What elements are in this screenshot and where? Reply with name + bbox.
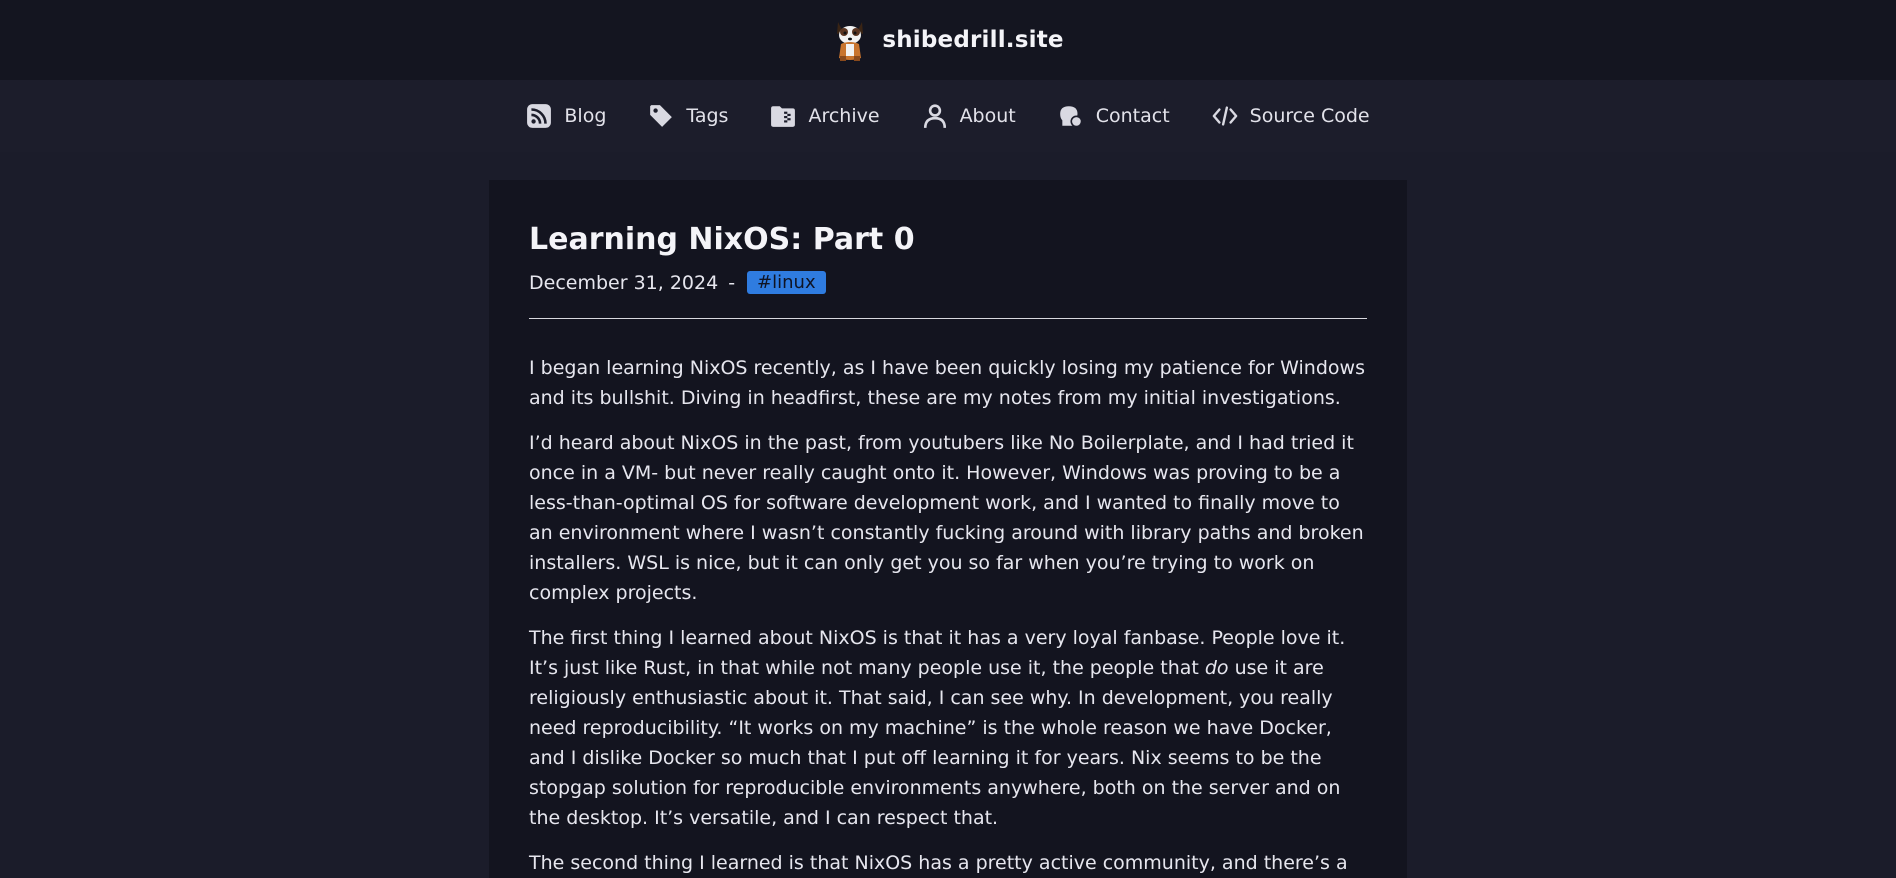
main-nav: Blog Tags Archive About Contact Source C… (0, 80, 1896, 152)
nav-item-source-code[interactable]: Source Code (1212, 103, 1370, 129)
nav-label-archive: Archive (808, 105, 880, 127)
paragraph-3-end: use it are religiously enthusiastic abou… (529, 657, 1341, 829)
meta-separator: - (728, 271, 736, 294)
nav-list: Blog Tags Archive About Contact Source C… (526, 103, 1370, 129)
site-name: shibedrill.site (882, 27, 1064, 53)
nav-label-about: About (959, 105, 1016, 127)
nav-item-archive[interactable]: Archive (770, 103, 880, 129)
nav-item-blog[interactable]: Blog (526, 103, 606, 129)
paragraph-1: I began learning NixOS recently, as I ha… (529, 357, 1365, 409)
site-brand-link[interactable]: shibedrill.site (832, 18, 1063, 62)
archive-icon (771, 106, 796, 127)
rss-icon (527, 104, 552, 128)
post-date: December 31, 2024 (529, 271, 719, 294)
paragraph-3-emphasis: do (1204, 657, 1229, 679)
nav-item-contact[interactable]: Contact (1058, 103, 1170, 129)
nav-label-tags: Tags (686, 105, 729, 127)
contact-icon (1059, 106, 1083, 128)
tag-icon (650, 105, 673, 127)
nav-item-tags[interactable]: Tags (648, 103, 728, 129)
user-icon (923, 104, 946, 128)
nav-label-contact: Contact (1095, 105, 1170, 127)
paragraph-2: I’d heard about NixOS in the past, from … (529, 432, 1364, 604)
nav-item-about[interactable]: About (922, 103, 1016, 129)
paragraph-3: The first thing I learned about NixOS is… (529, 623, 1367, 833)
post-body: I began learning NixOS recently, as I ha… (529, 353, 1367, 878)
article-card: Learning NixOS: Part 0 December 31, 2024… (489, 180, 1407, 878)
post-title: Learning NixOS: Part 0 (529, 222, 915, 257)
post-meta: December 31, 2024 - #linux (529, 271, 1367, 294)
post-divider (529, 318, 1367, 319)
nav-label-blog: Blog (564, 105, 607, 127)
site-header: shibedrill.site (0, 0, 1896, 80)
shiba-dog-logo (837, 22, 864, 61)
code-icon (1212, 106, 1238, 126)
paragraph-4: The second thing I learned is that NixOS… (529, 852, 1348, 874)
tag-badge-linux[interactable]: #linux (747, 271, 826, 294)
nav-label-source-code: Source Code (1249, 105, 1370, 127)
